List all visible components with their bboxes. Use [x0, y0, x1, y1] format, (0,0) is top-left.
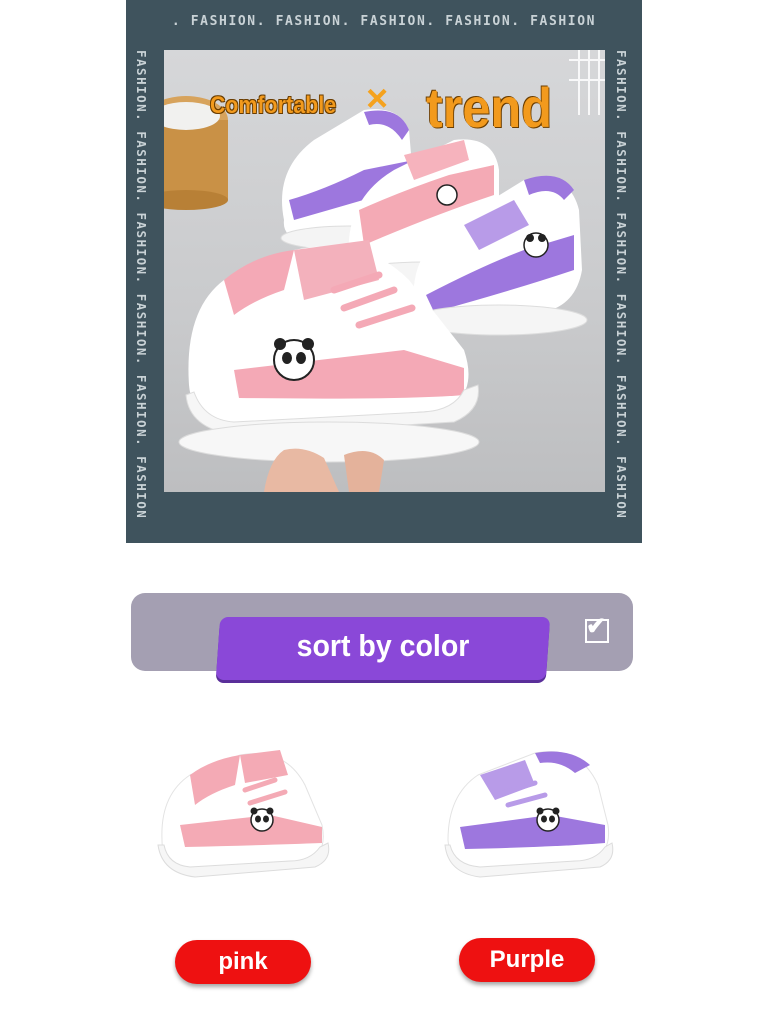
- sort-by-color-label: sort by color: [296, 628, 470, 663]
- hero-right-border-text: FASHION. FASHION. FASHION. FASHION. FASH…: [614, 50, 629, 520]
- headline-trend: trend: [426, 76, 552, 139]
- color-option-purple[interactable]: Purple: [459, 938, 595, 982]
- headline-comfortable: Comfortable: [210, 92, 337, 119]
- headline-cross: ×: [366, 78, 389, 120]
- hero-left-border: FASHION. FASHION. FASHION. FASHION. FASH…: [134, 50, 154, 520]
- hero-banner: . FASHION. FASHION. FASHION. FASHION. FA…: [126, 0, 642, 543]
- purple-sneaker-thumbnail[interactable]: [440, 745, 615, 885]
- hero-top-border-text: . FASHION. FASHION. FASHION. FASHION. FA…: [171, 14, 597, 29]
- pink-sneaker-thumbnail[interactable]: [150, 745, 335, 885]
- hero-right-border: FASHION. FASHION. FASHION. FASHION. FASH…: [614, 50, 634, 520]
- hero-left-border-text: FASHION. FASHION. FASHION. FASHION. FASH…: [134, 50, 149, 520]
- checkmark-icon: ✔: [586, 613, 607, 640]
- color-option-pink[interactable]: pink: [175, 940, 311, 984]
